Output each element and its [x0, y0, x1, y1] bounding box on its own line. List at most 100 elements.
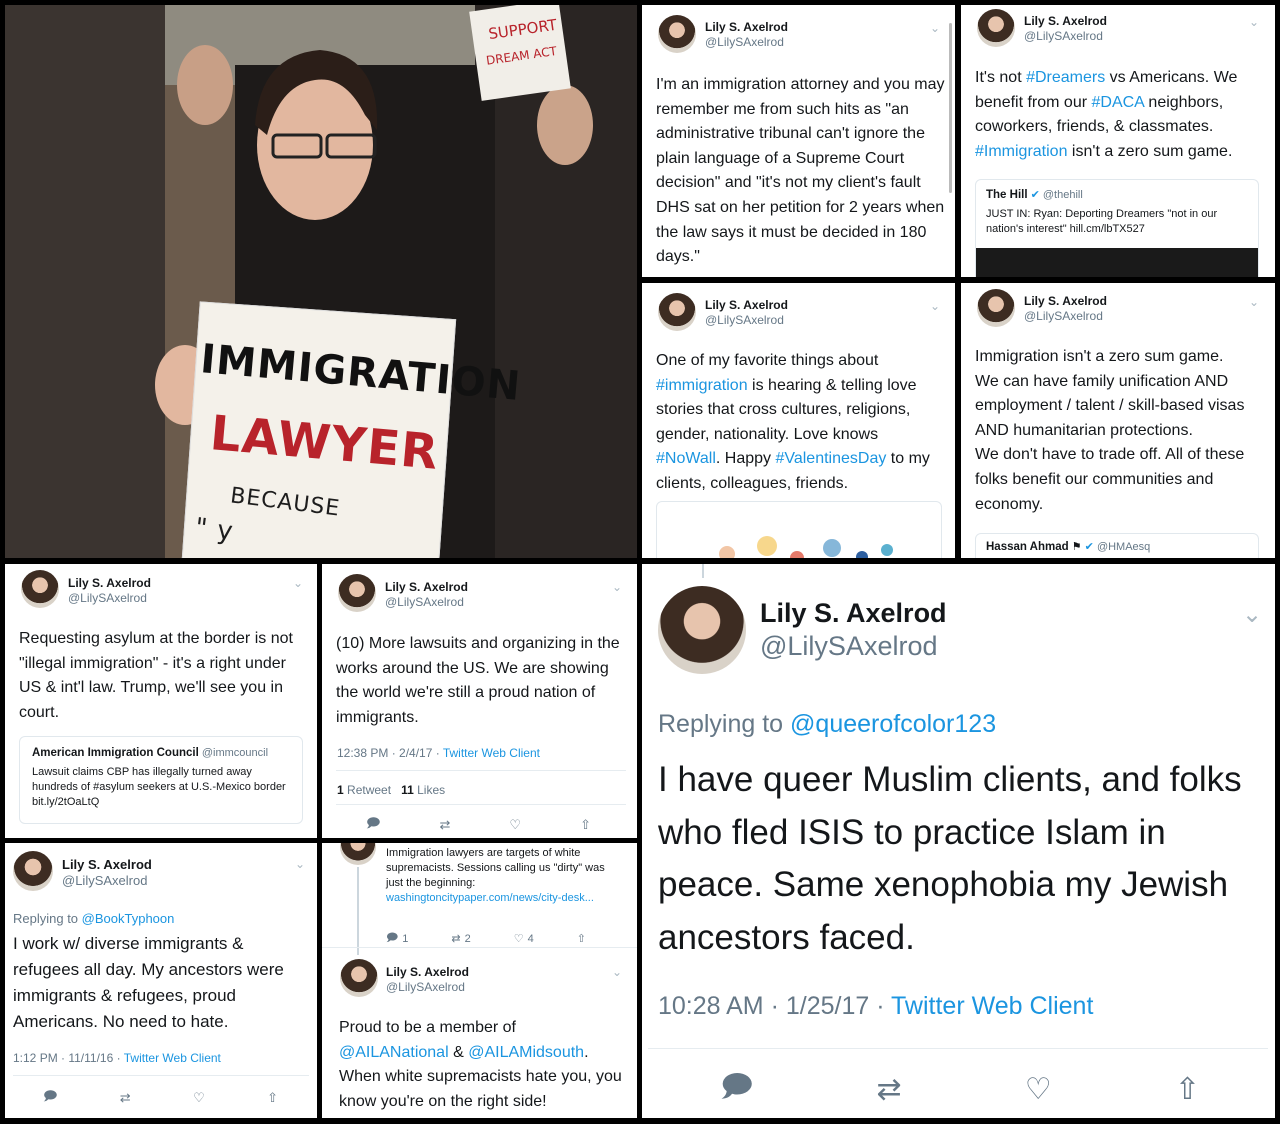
like-count: 4	[527, 932, 534, 945]
retweet-icon[interactable]: ⇄	[439, 814, 450, 836]
reply-to-handle[interactable]: @BookTyphoon	[82, 911, 175, 926]
share-icon[interactable]: ⇧	[580, 814, 591, 836]
reply-icon[interactable]: 🗩	[43, 1087, 57, 1109]
quoted-tweet[interactable]: The Hill ✔ @thehill JUST IN: Ryan: Depor…	[975, 179, 1259, 277]
action-bar: 🗩 ⇄ ♡ ⇧	[720, 1064, 1200, 1115]
divider	[648, 1048, 1268, 1049]
chevron-down-icon[interactable]: ⌄	[612, 580, 622, 594]
share-icon[interactable]: ⇧	[267, 1087, 278, 1109]
retweet-icon[interactable]: ⇄ 2	[451, 929, 470, 948]
avatar[interactable]	[658, 15, 696, 53]
avatar[interactable]	[21, 570, 59, 608]
attached-image-card[interactable]	[656, 501, 942, 558]
author-name[interactable]: Lily S. Axelrod	[1024, 14, 1107, 28]
hashtag-immigration[interactable]: #Immigration	[975, 143, 1067, 160]
replying-to: Replying to @BookTyphoon	[13, 911, 174, 926]
share-icon[interactable]: ⇧	[577, 929, 586, 948]
avatar[interactable]	[13, 851, 53, 891]
hashtag-valentinesday[interactable]: #ValentinesDay	[775, 450, 886, 467]
tweet-zero-sum: Lily S. Axelrod @LilySAxelrod ⌄ Immigrat…	[961, 283, 1275, 558]
author-name[interactable]: Lily S. Axelrod	[705, 20, 788, 34]
retweet-count[interactable]: 1	[337, 783, 344, 797]
hashtag-daca[interactable]: #DACA	[1092, 94, 1144, 111]
author-handle[interactable]: @LilySAxelrod	[62, 873, 147, 888]
verified-icon: ✔	[1030, 189, 1040, 201]
heart-icon[interactable]: ♡ 4	[514, 929, 534, 948]
quoted-tweet[interactable]: Hassan Ahmad ⚑ ✔ @HMAesq	[975, 533, 1259, 558]
avatar[interactable]	[658, 586, 746, 674]
chevron-down-icon[interactable]: ⌄	[1242, 600, 1262, 629]
author-name[interactable]: Lily S. Axelrod	[1024, 294, 1107, 308]
mention-ailanational[interactable]: @AILANational	[339, 1044, 449, 1061]
tweet-text: I'm an immigration attorney and you may …	[656, 76, 945, 266]
reply-icon[interactable]: 🗩	[366, 814, 380, 836]
verified-icon: ✔	[1084, 541, 1094, 553]
quote-text: Lawsuit claims CBP has illegally turned …	[32, 766, 286, 808]
retweet-icon[interactable]: ⇄	[876, 1064, 901, 1115]
heart-icon[interactable]: ♡	[509, 814, 521, 836]
quote-author: The Hill	[986, 189, 1028, 201]
chevron-down-icon[interactable]: ⌄	[930, 21, 940, 35]
replying-label: Replying to	[13, 911, 82, 926]
timestamp[interactable]: 10:28 AM · 1/25/17 ·	[658, 992, 891, 1020]
timestamp[interactable]: 12:38 PM · 2/4/17 ·	[337, 746, 443, 760]
client-link[interactable]: Twitter Web Client	[443, 746, 540, 760]
author-name[interactable]: Lily S. Axelrod	[760, 598, 947, 629]
author-name[interactable]: Lily S. Axelrod	[386, 965, 469, 979]
thread-line	[357, 867, 359, 955]
retweet-icon[interactable]: ⇄	[120, 1087, 131, 1109]
avatar[interactable]	[338, 574, 376, 612]
chevron-down-icon[interactable]: ⌄	[612, 965, 622, 979]
chevron-down-icon[interactable]: ⌄	[930, 299, 940, 313]
mention-ailamidsouth[interactable]: @AILAMidsouth	[468, 1044, 584, 1061]
avatar[interactable]	[340, 959, 378, 997]
client-link[interactable]: Twitter Web Client	[124, 1051, 221, 1065]
reply-icon[interactable]: 🗩 1	[386, 929, 408, 948]
author-handle[interactable]: @LilySAxelrod	[68, 591, 147, 605]
author-handle[interactable]: @LilySAxelrod	[1024, 29, 1103, 43]
client-link[interactable]: Twitter Web Client	[891, 992, 1093, 1020]
hashtag-dreamers[interactable]: #Dreamers	[1026, 69, 1105, 86]
previous-tweet-avatar[interactable]	[340, 843, 376, 865]
chevron-down-icon[interactable]: ⌄	[1249, 295, 1259, 309]
hashtag-nowall[interactable]: #NoWall	[656, 450, 716, 467]
author-handle[interactable]: @LilySAxelrod	[385, 595, 464, 609]
scrollbar[interactable]	[949, 23, 952, 193]
previous-link[interactable]: washingtoncitypaper.com/news/city-desk..…	[386, 892, 594, 904]
author-handle[interactable]: @LilySAxelrod	[760, 631, 937, 662]
avatar[interactable]	[977, 289, 1015, 327]
author-name[interactable]: Lily S. Axelrod	[705, 298, 788, 312]
tweet-meta: 10:28 AM · 1/25/17 · Twitter Web Client	[658, 992, 1093, 1021]
timestamp[interactable]: 1:12 PM · 11/11/16 ·	[13, 1051, 124, 1065]
chevron-down-icon[interactable]: ⌄	[295, 857, 305, 871]
reply-to-handle[interactable]: @queerofcolor123	[790, 710, 996, 738]
author-handle[interactable]: @LilySAxelrod	[705, 35, 784, 49]
share-icon[interactable]: ⇧	[1175, 1064, 1200, 1115]
tweet-line: We don't have to trade off. All of these…	[975, 446, 1245, 513]
quoted-tweet[interactable]: American Immigration Council @immcouncil…	[19, 736, 303, 824]
like-count[interactable]: 11	[401, 783, 414, 797]
tweet-valentines: Lily S. Axelrod @LilySAxelrod ⌄ One of m…	[642, 283, 955, 558]
reply-count: 1	[402, 932, 409, 945]
heart-icon[interactable]: ♡	[193, 1087, 205, 1109]
author-name[interactable]: Lily S. Axelrod	[385, 580, 468, 594]
author-handle[interactable]: @LilySAxelrod	[386, 980, 465, 994]
author-name[interactable]: Lily S. Axelrod	[62, 857, 152, 872]
author-name[interactable]: Lily S. Axelrod	[68, 576, 151, 590]
tweet-meta: 1:12 PM · 11/11/16 · Twitter Web Client	[13, 1051, 221, 1065]
previous-action-bar: 🗩 1 ⇄ 2 ♡ 4 ⇧	[386, 929, 586, 948]
hashtag-immigration[interactable]: #immigration	[656, 377, 748, 394]
avatar[interactable]	[977, 9, 1015, 47]
tweet-text: It's not #Dreamers vs Americans. We bene…	[975, 66, 1265, 164]
reply-icon[interactable]: 🗩	[720, 1064, 753, 1115]
chevron-down-icon[interactable]: ⌄	[1249, 15, 1259, 29]
quote-text: JUST IN: Ryan: Deporting Dreamers "not i…	[986, 208, 1218, 235]
protest-photo: IMMIGRATION LAWYER BECAUSE " y SUPPORT D…	[5, 5, 637, 558]
avatar[interactable]	[658, 293, 696, 331]
text-part: &	[448, 1043, 469, 1061]
author-handle[interactable]: @LilySAxelrod	[705, 313, 784, 327]
author-handle[interactable]: @LilySAxelrod	[1024, 309, 1103, 323]
heart-icon[interactable]: ♡	[1025, 1064, 1052, 1115]
chevron-down-icon[interactable]: ⌄	[293, 576, 303, 590]
flag-icon: ⚑	[1071, 541, 1082, 553]
